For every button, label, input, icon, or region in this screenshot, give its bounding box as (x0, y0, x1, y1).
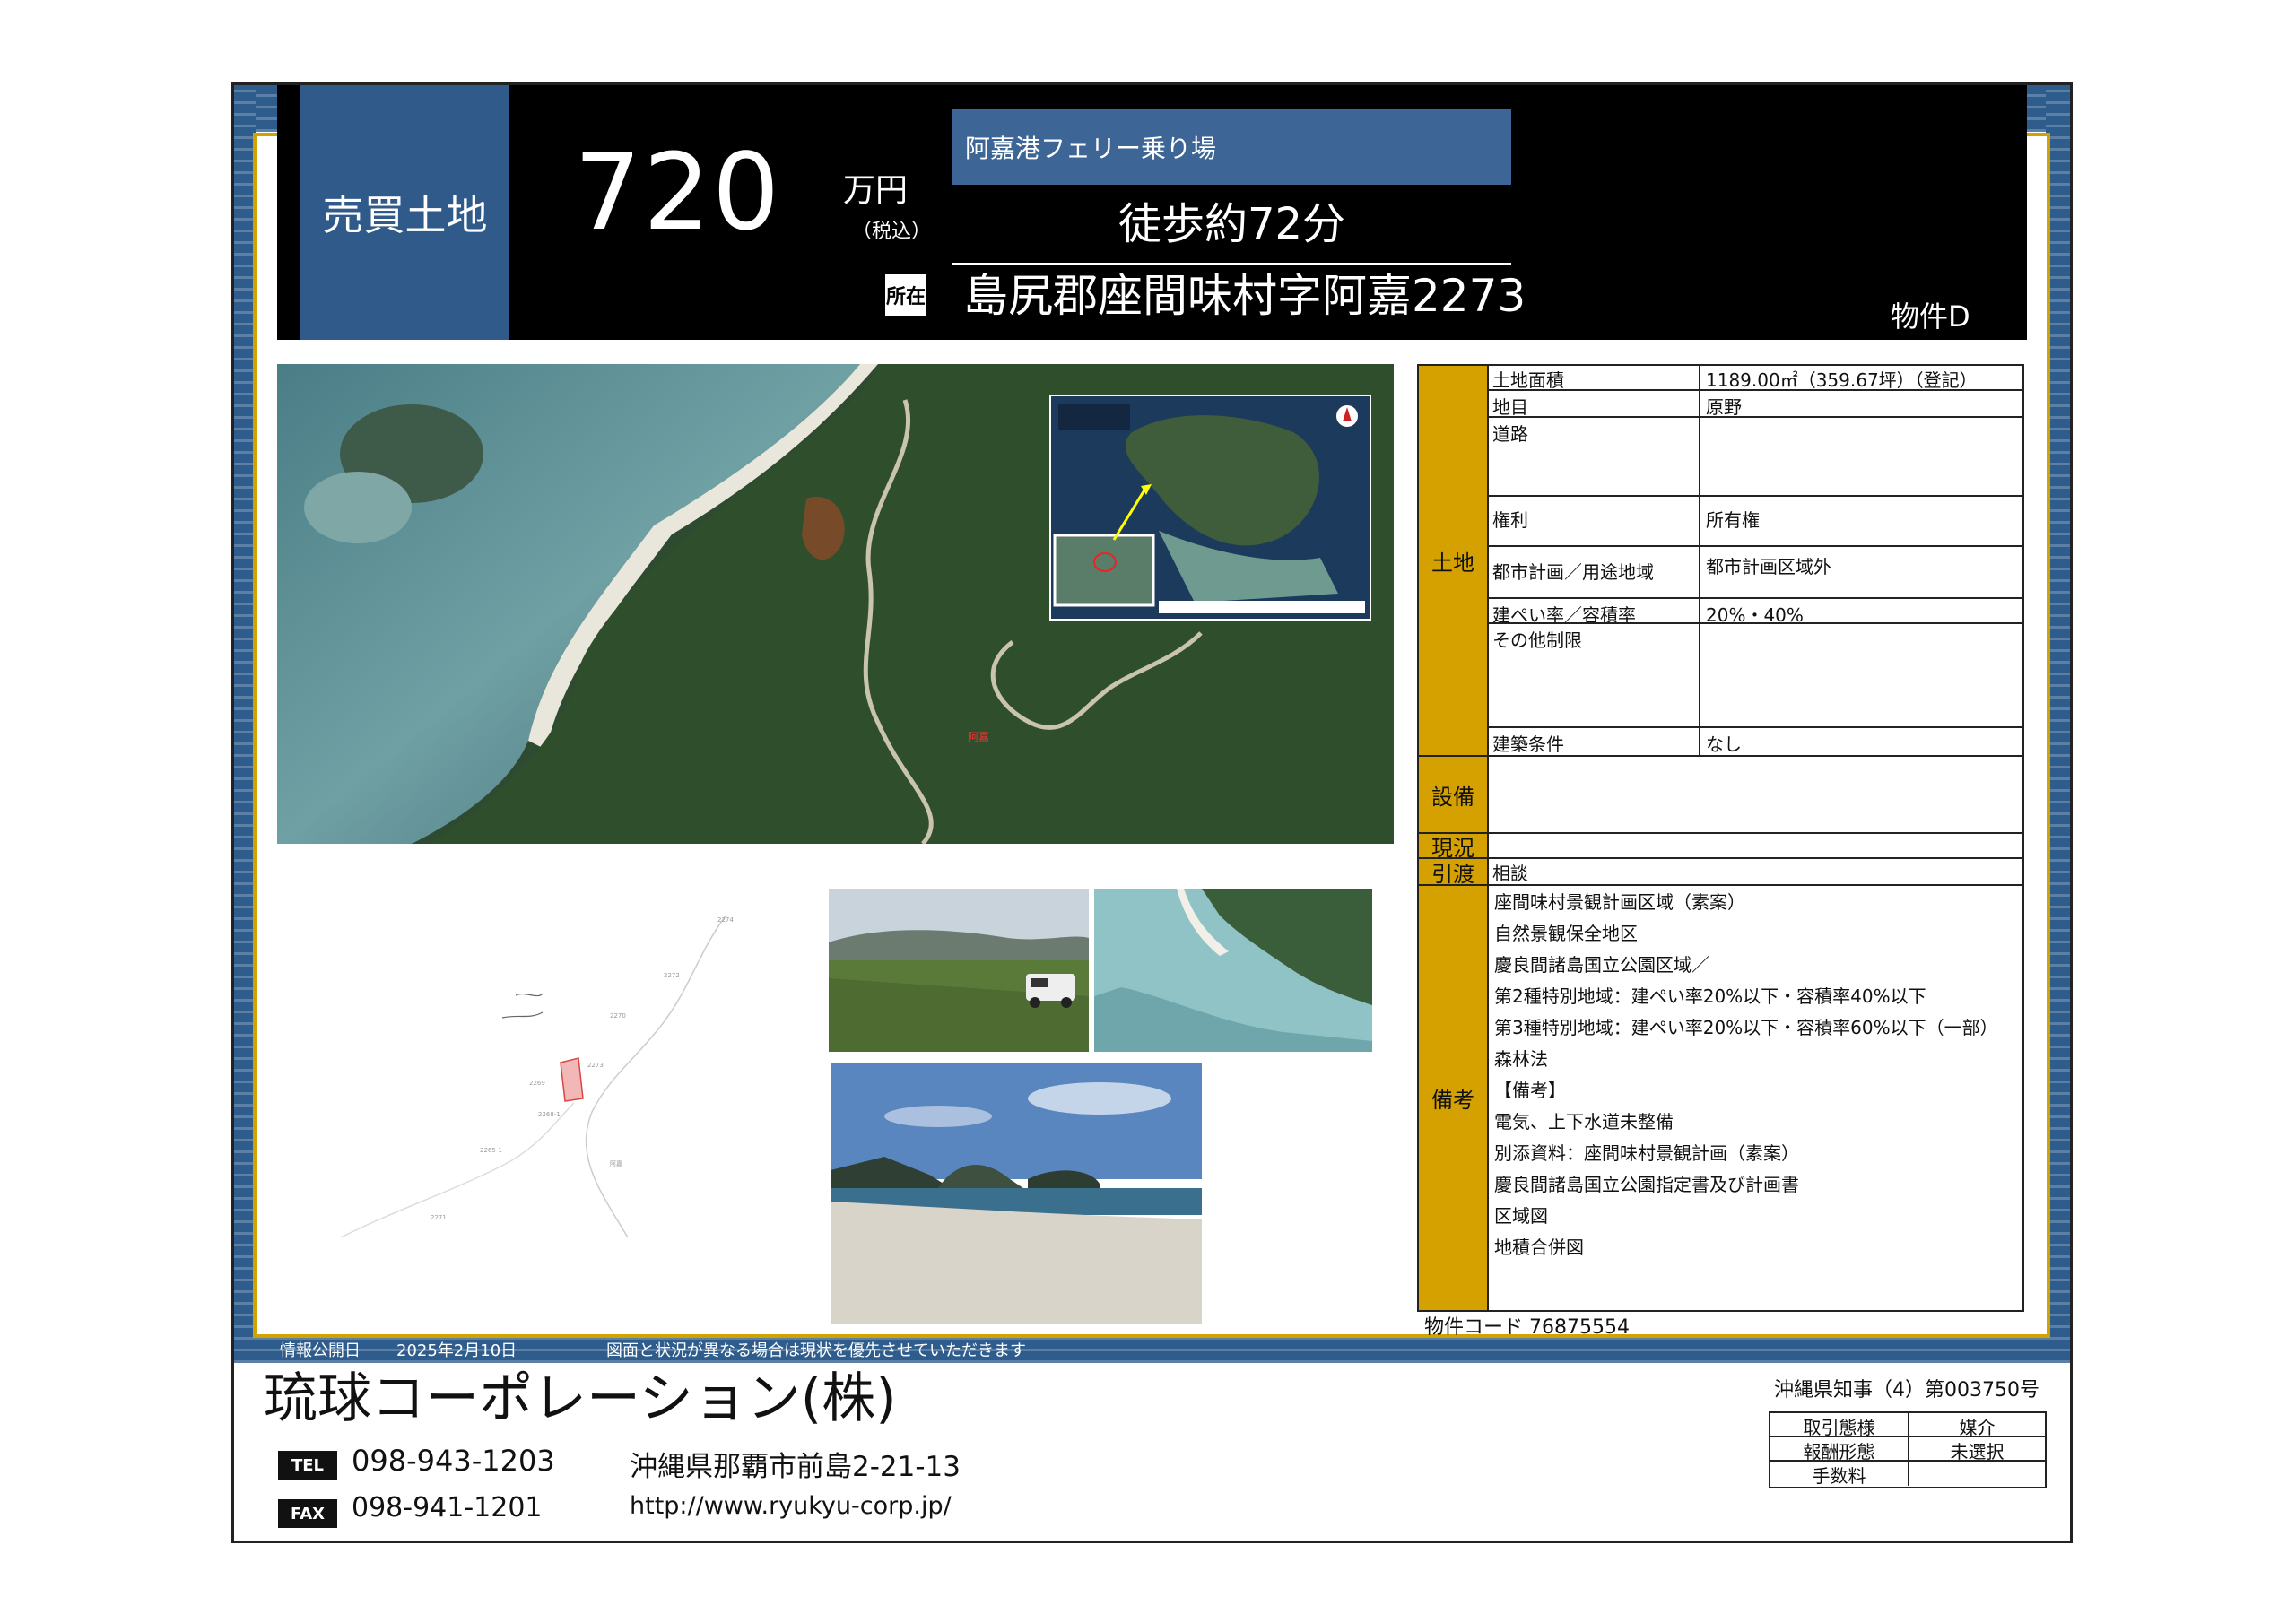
note-line: 座間味村景観計画区域（素案） (1494, 891, 1745, 913)
note-line: 地積合併図 (1494, 1237, 1584, 1258)
site-photo-road (829, 889, 1089, 1052)
spec-row-land-category: 地目 原野 (1489, 389, 2022, 418)
publish-date: 2025年2月10日 (396, 1341, 517, 1360)
spec-value: 所有権 (1706, 509, 1760, 531)
walk-time: 徒歩約72分 (1118, 199, 1346, 249)
nearest-station: 阿嘉港フェリー乗り場 (952, 109, 1511, 185)
svg-text:阿嘉: 阿嘉 (968, 731, 989, 743)
svg-text:阿嘉: 阿嘉 (610, 1159, 622, 1167)
delivery-value: 相談 (1489, 857, 2022, 884)
spec-label: その他制限 (1492, 629, 1582, 651)
spec-value: 都市計画区域外 (1706, 556, 1831, 577)
spec-row-road: 道路 (1489, 416, 2022, 495)
transaction-value: 媒介 (1959, 1417, 1996, 1438)
site-photo-coast (1094, 889, 1372, 1052)
note-line: 別添資料：座間味村景観計画（素案） (1494, 1142, 1799, 1164)
status-category: 現況 (1419, 832, 1489, 861)
spec-value: 1189.00㎡（359.67坪）（登記） (1706, 369, 1978, 391)
site-photo-beach (831, 1063, 1202, 1324)
svg-text:2271: 2271 (430, 1214, 447, 1221)
note-line: 自然景観保全地区 (1494, 923, 1638, 944)
svg-text:2272: 2272 (664, 972, 680, 979)
property-id: 物件D (1891, 299, 1970, 334)
publish-label: 情報公開日 (280, 1341, 361, 1360)
transaction-key: 報酬形態 (1770, 1437, 1909, 1462)
equipment-value (1489, 755, 2022, 832)
transaction-key: 取引態様 (1770, 1413, 1909, 1438)
listing-type: 売買土地 (300, 85, 509, 340)
note-line: 電気、上下水道未整備 (1494, 1111, 1674, 1133)
svg-text:2273: 2273 (587, 1062, 604, 1069)
transaction-key: 手数料 (1770, 1462, 1909, 1487)
spec-row-building-conditions: 建築条件 なし (1489, 726, 2022, 755)
cadastral-map: 2274 2272 2270 2273 2268-1 2269 2265-1 阿嘉 2271 (340, 897, 771, 1255)
note-line: 慶良間諸島国立公園指定書及び計画書 (1494, 1174, 1799, 1195)
price-unit: 万円 (843, 172, 909, 209)
note-line: 区域図 (1494, 1205, 1548, 1227)
equipment-category: 設備 (1419, 755, 1489, 832)
spec-row-rights: 権利 所有権 (1489, 495, 2022, 545)
transaction-row: 手数料 (1770, 1462, 2045, 1487)
property-code: 物件コード 76875554 (1424, 1316, 1630, 1339)
svg-text:2268-1: 2268-1 (538, 1111, 561, 1118)
note-line: 森林法 (1494, 1048, 1548, 1070)
price-value: 720 (574, 130, 782, 254)
note-line: 慶良間諸島国立公園区域／ (1494, 954, 1709, 976)
spec-label: 道路 (1492, 423, 1528, 445)
property-address: 島尻郡座間味村字阿嘉2273 (963, 270, 1526, 322)
tel-icon: TEL (278, 1451, 337, 1480)
spec-label: 建築条件 (1492, 733, 1564, 755)
note-line: 【備考】 (1494, 1080, 1566, 1101)
svg-text:2265-1: 2265-1 (480, 1147, 502, 1154)
spec-row-area: 土地面積 1189.00㎡（359.67坪）（登記） (1489, 364, 2022, 391)
spec-label: 土地面積 (1492, 369, 1564, 391)
company-name: 琉球コーポレーション(株) (264, 1367, 897, 1430)
office-address: 沖縄県那覇市前島2-21-13 (630, 1451, 961, 1483)
spec-row-city-planning: 都市計画／用途地域 都市計画区域外 (1489, 545, 2022, 597)
land-category: 土地 (1419, 366, 1489, 755)
address-icon: 所在 (885, 274, 926, 316)
spec-value: なし (1706, 733, 1742, 755)
property-spec-table: 土地 設備 現況 引渡 備考 土地面積 1189.00㎡（359.67坪）（登記… (1417, 364, 2024, 1312)
tax-note: （税込） (852, 221, 932, 243)
notes-category: 備考 (1419, 884, 1489, 1310)
note-line: 第2種特別地域：建ぺい率20%以下・容積率40%以下 (1494, 985, 1926, 1007)
svg-text:2270: 2270 (610, 1012, 626, 1020)
fax-icon: FAX (278, 1499, 337, 1528)
spec-label: 権利 (1492, 509, 1528, 531)
spec-row-coverage: 建ぺい率／容積率 20%・40% (1489, 597, 2022, 626)
spec-row-restrictions: その他制限 (1489, 622, 2022, 726)
header-divider (952, 263, 1511, 265)
notes-divider (1489, 884, 2022, 886)
transaction-row: 取引態様 媒介 (1770, 1413, 2045, 1438)
transaction-row: 報酬形態 未選択 (1770, 1437, 2045, 1462)
transaction-table: 取引態様 媒介 報酬形態 未選択 手数料 (1769, 1411, 2047, 1488)
delivery-category: 引渡 (1419, 857, 1489, 887)
svg-text:2274: 2274 (718, 916, 734, 924)
spec-label: 都市計画／用途地域 (1492, 561, 1654, 583)
spec-label: 地目 (1492, 396, 1528, 418)
transaction-value: 未選択 (1950, 1441, 2005, 1462)
status-value (1489, 832, 2022, 857)
phone-number[interactable]: 098-943-1203 (352, 1444, 555, 1478)
disclaimer: 図面と状況が異なる場合は現状を優先させていただきます (606, 1341, 1026, 1360)
website-link[interactable]: http://www.ryukyu-corp.jp/ (630, 1492, 952, 1520)
note-line: 第3種特別地域：建ぺい率20%以下・容積率60%以下（一部） (1494, 1017, 1998, 1038)
svg-text:2269: 2269 (529, 1080, 545, 1087)
spec-value: 原野 (1706, 396, 1742, 418)
location-inset-map (1049, 395, 1371, 621)
license-number: 沖縄県知事（4）第003750号 (1774, 1379, 2039, 1402)
fax-number: 098-941-1201 (352, 1492, 543, 1523)
